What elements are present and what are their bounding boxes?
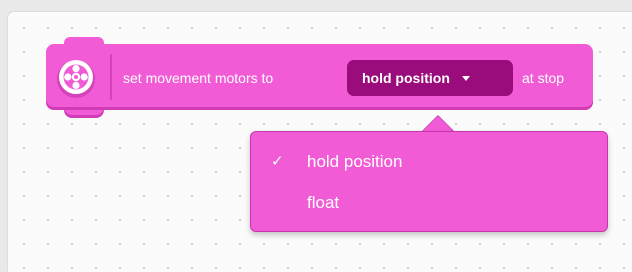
block-divider	[110, 54, 112, 100]
menu-item-float[interactable]: float	[251, 188, 607, 218]
block-label-suffix: at stop	[522, 70, 565, 86]
block-label-prefix: set movement motors to	[123, 70, 274, 86]
movement-motors-icon	[52, 56, 100, 102]
checkmark-icon: ✓	[271, 153, 284, 170]
caret-down-icon	[461, 75, 470, 81]
menu-item-label: hold position	[307, 152, 403, 171]
dropdown-selected-value: hold position	[362, 70, 450, 86]
stop-action-dropdown[interactable]: hold position	[347, 60, 513, 96]
menu-pointer-arrow	[421, 115, 455, 132]
menu-item-label: float	[307, 193, 340, 212]
stop-action-menu: ✓ hold position float	[250, 131, 608, 232]
menu-item-hold-position[interactable]: ✓ hold position	[251, 147, 607, 177]
